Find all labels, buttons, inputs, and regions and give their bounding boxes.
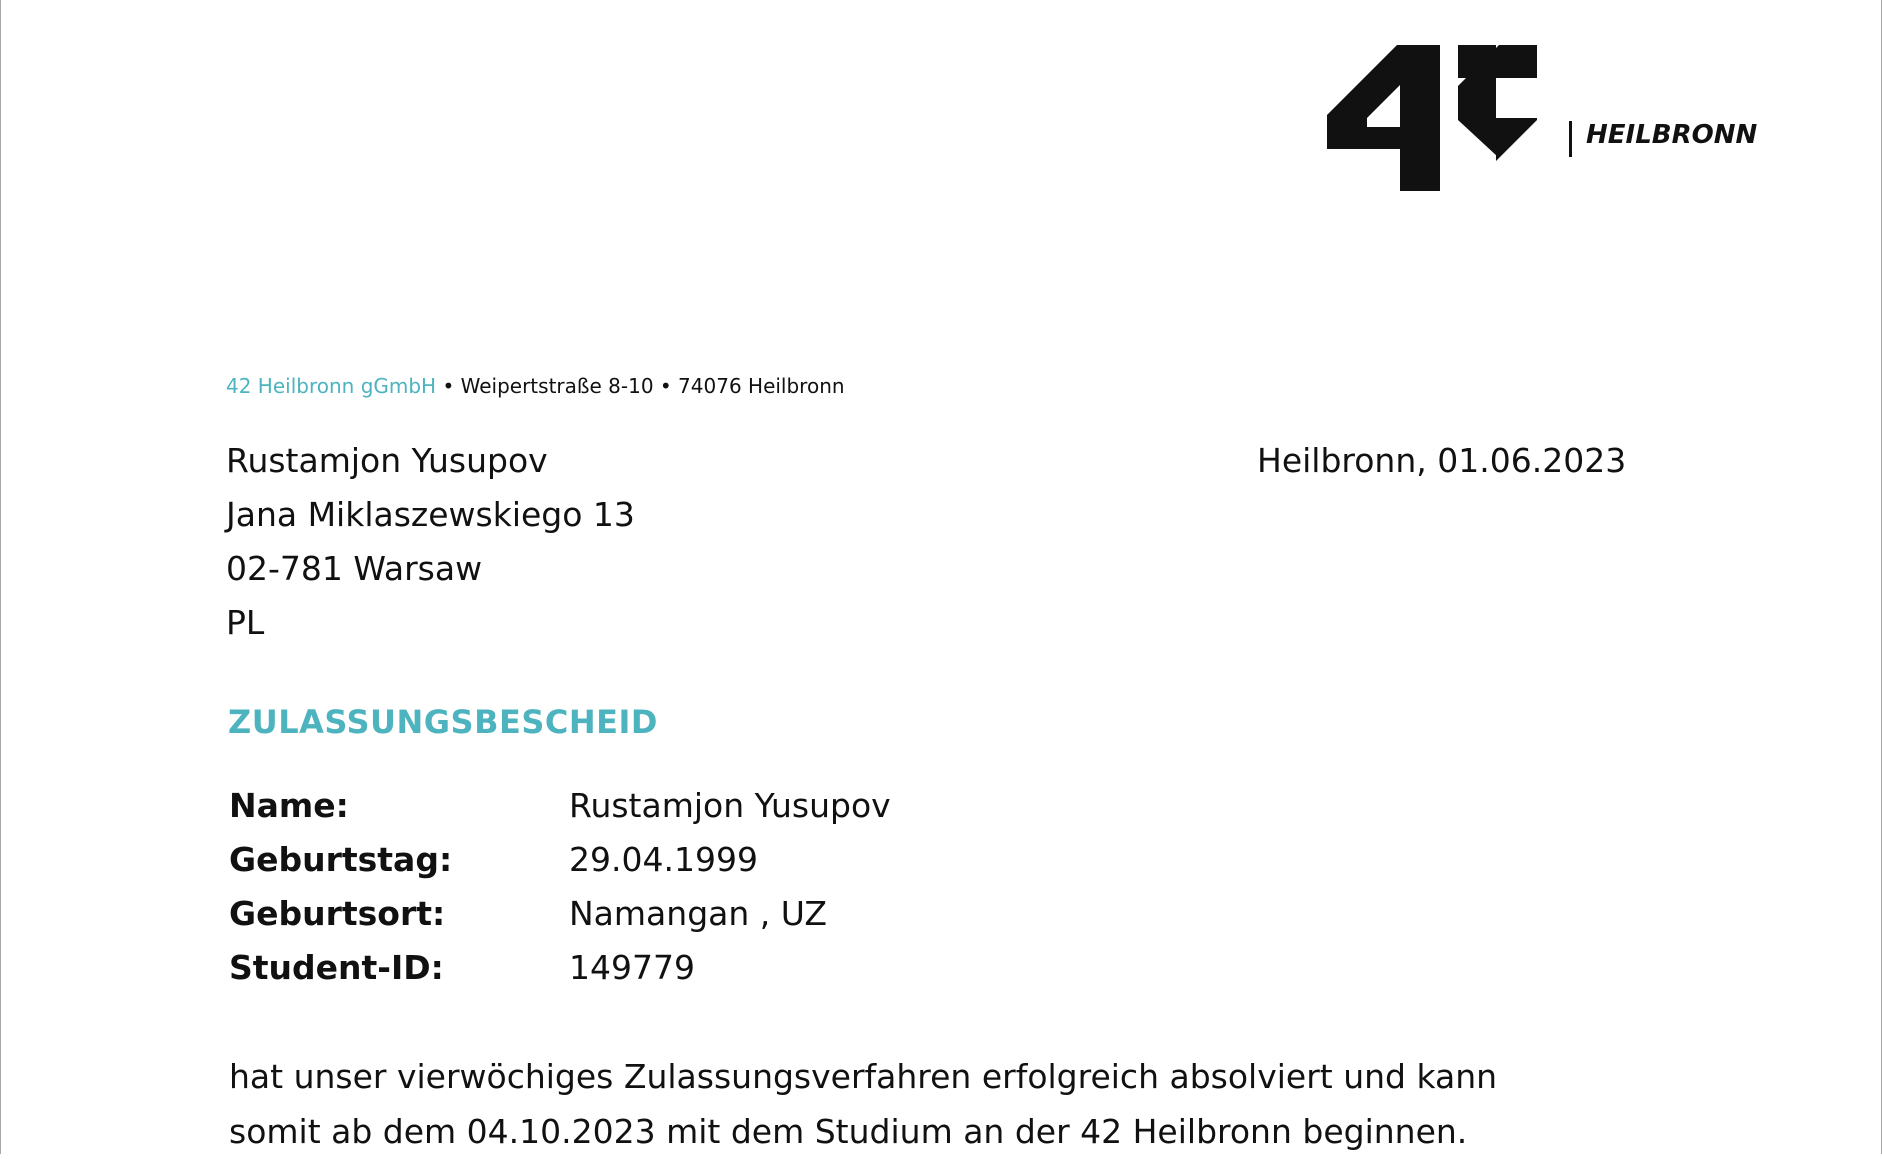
letter-page: HEILBRONN 42 Heilbronn gGmbH • Weipertst… <box>0 0 1882 1154</box>
body-paragraph: hat unser vierwöchiges Zulassungsverfahr… <box>229 1049 1529 1159</box>
fact-value: Namangan , UZ <box>569 894 827 933</box>
sender-organization: 42 Heilbronn gGmbH <box>226 374 437 398</box>
fact-value: 29.04.1999 <box>569 840 758 879</box>
sender-line: 42 Heilbronn gGmbH • Weipertstraße 8-10 … <box>226 374 845 398</box>
recipient-address: Rustamjon Yusupov Jana Miklaszewskiego 1… <box>226 434 635 650</box>
logo-city-name: HEILBRONN <box>1586 120 1758 150</box>
recipient-city: 02-781 Warsaw <box>226 549 483 588</box>
fact-value: Rustamjon Yusupov <box>569 786 891 825</box>
fact-label: Name: <box>229 786 349 825</box>
fact-label: Student-ID: <box>229 948 444 987</box>
sender-address: • Weipertstraße 8-10 • 74076 Heilbronn <box>436 374 845 398</box>
42-logo-icon <box>1327 45 1537 191</box>
42-heilbronn-logo: HEILBRONN <box>1327 45 1757 191</box>
fact-value: 149779 <box>569 948 695 987</box>
recipient-country: PL <box>226 603 265 642</box>
body-line: hat unser vierwöchiges Zulassungsverfahr… <box>229 1057 1498 1096</box>
body-line: somit ab dem 04.10.2023 mit dem Studium … <box>229 1112 1468 1151</box>
fact-label: Geburtsort: <box>229 894 446 933</box>
document-heading: ZULASSUNGSBESCHEID <box>228 703 658 741</box>
recipient-street: Jana Miklaszewskiego 13 <box>226 495 635 534</box>
fact-label: Geburtstag: <box>229 840 453 879</box>
recipient-name: Rustamjon Yusupov <box>226 441 548 480</box>
logo-divider <box>1569 121 1572 157</box>
date-line: Heilbronn, 01.06.2023 <box>1257 441 1627 480</box>
